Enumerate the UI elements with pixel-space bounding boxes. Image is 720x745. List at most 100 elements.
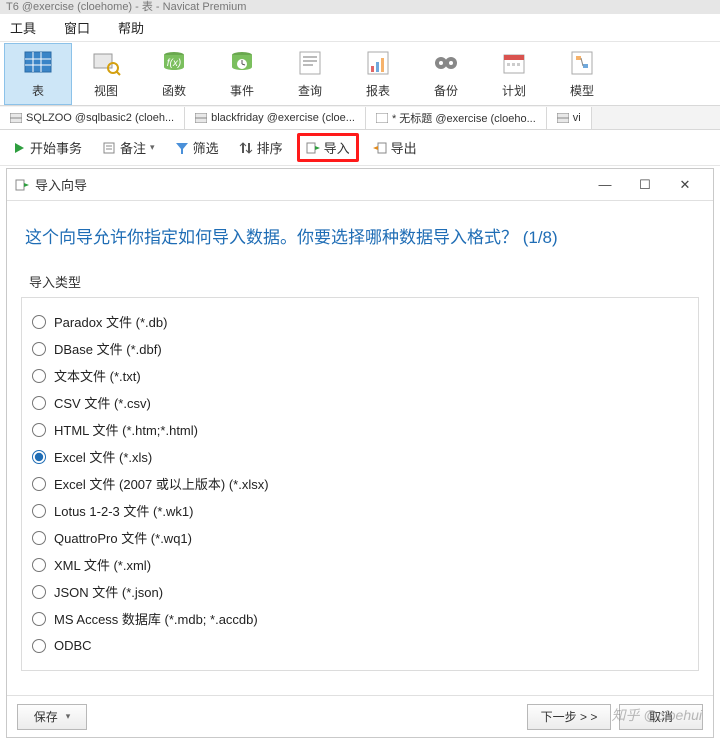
sort-icon xyxy=(239,141,253,155)
menu-help[interactable]: 帮助 xyxy=(118,18,144,37)
model-icon xyxy=(567,48,597,78)
ribbon-label: 模型 xyxy=(570,82,594,99)
radio-input[interactable] xyxy=(32,504,46,518)
option-label: MS Access 数据库 (*.mdb; *.accdb) xyxy=(54,609,258,628)
import-type-option[interactable]: MS Access 数据库 (*.mdb; *.accdb) xyxy=(30,605,690,632)
tab-label: SQLZOO @sqlbasic2 (cloeh... xyxy=(26,112,174,124)
next-button[interactable]: 下一步 > > xyxy=(527,704,611,730)
close-button[interactable]: ✕ xyxy=(665,177,705,193)
svg-text:f(x): f(x) xyxy=(167,58,181,69)
import-type-option[interactable]: JSON 文件 (*.json) xyxy=(30,578,690,605)
ribbon-report[interactable]: 报表 xyxy=(344,43,412,105)
option-label: CSV 文件 (*.csv) xyxy=(54,393,151,412)
document-tabs: SQLZOO @sqlbasic2 (cloeh... blackfriday … xyxy=(0,106,720,130)
tab-untitled[interactable]: * 无标题 @exercise (cloeho... xyxy=(366,107,547,129)
import-type-option[interactable]: DBase 文件 (*.dbf) xyxy=(30,335,690,362)
filter-button[interactable]: 筛选 xyxy=(169,134,225,161)
note-button[interactable]: 备注 ▾ xyxy=(96,134,161,161)
ribbon-backup[interactable]: 备份 xyxy=(412,43,480,105)
import-button-highlighted: 导入 xyxy=(297,133,359,162)
radio-input[interactable] xyxy=(32,585,46,599)
minimize-button[interactable]: — xyxy=(585,177,625,192)
ribbon-event[interactable]: 事件 xyxy=(208,43,276,105)
import-type-group: Paradox 文件 (*.db) DBase 文件 (*.dbf) 文本文件 (*… xyxy=(21,297,699,671)
option-label: Lotus 1-2-3 文件 (*.wk1) xyxy=(54,501,193,520)
query-icon xyxy=(295,48,325,78)
import-type-option[interactable]: QuattroPro 文件 (*.wq1) xyxy=(30,524,690,551)
radio-input[interactable] xyxy=(32,369,46,383)
radio-input[interactable] xyxy=(32,342,46,356)
maximize-button[interactable]: ☐ xyxy=(625,177,665,193)
import-type-option[interactable]: 文本文件 (*.txt) xyxy=(30,362,690,389)
import-type-option[interactable]: Excel 文件 (*.xls) xyxy=(30,443,690,470)
tab-blackfriday[interactable]: blackfriday @exercise (cloe... xyxy=(185,107,366,129)
import-wizard-window: 导入向导 — ☐ ✕ 这个向导允许你指定如何导入数据。你要选择哪种数据导入格式？… xyxy=(6,168,714,738)
save-button[interactable]: 保存 ▾ xyxy=(17,704,87,730)
schedule-icon xyxy=(499,48,529,78)
option-label: XML 文件 (*.xml) xyxy=(54,555,151,574)
import-icon xyxy=(15,178,29,192)
ribbon-function[interactable]: f(x) 函数 xyxy=(140,43,208,105)
table-icon xyxy=(23,48,53,78)
wizard-heading: 这个向导允许你指定如何导入数据。你要选择哪种数据导入格式？ (1/8) xyxy=(7,201,713,262)
ribbon-model[interactable]: 模型 xyxy=(548,43,616,105)
radio-input[interactable] xyxy=(32,477,46,491)
radio-input[interactable] xyxy=(32,423,46,437)
option-label: Excel 文件 (2007 或以上版本) (*.xlsx) xyxy=(54,474,269,493)
btn-label: 开始事务 xyxy=(30,138,82,157)
import-type-option[interactable]: XML 文件 (*.xml) xyxy=(30,551,690,578)
btn-label: 排序 xyxy=(257,138,283,157)
filter-icon xyxy=(175,141,189,155)
ribbon-label: 函数 xyxy=(162,82,186,99)
report-icon xyxy=(363,48,393,78)
export-icon xyxy=(373,141,387,155)
backup-icon xyxy=(431,48,461,78)
btn-label: 备注 xyxy=(120,138,146,157)
chevron-down-icon: ▾ xyxy=(66,711,71,722)
radio-input[interactable] xyxy=(32,315,46,329)
import-button[interactable]: 导入 xyxy=(306,138,350,157)
option-label: QuattroPro 文件 (*.wq1) xyxy=(54,528,192,547)
import-type-option[interactable]: Paradox 文件 (*.db) xyxy=(30,308,690,335)
ribbon-view[interactable]: 视图 xyxy=(72,43,140,105)
btn-label: 导入 xyxy=(324,138,350,157)
radio-input[interactable] xyxy=(32,612,46,626)
import-type-option[interactable]: CSV 文件 (*.csv) xyxy=(30,389,690,416)
btn-label: 导出 xyxy=(391,138,417,157)
ribbon-label: 备份 xyxy=(434,82,458,99)
begin-transaction-button[interactable]: 开始事务 xyxy=(6,134,88,161)
ribbon-label: 计划 xyxy=(502,82,526,99)
tab-sqlzoo[interactable]: SQLZOO @sqlbasic2 (cloeh... xyxy=(0,107,185,129)
radio-input[interactable] xyxy=(32,558,46,572)
option-label: DBase 文件 (*.dbf) xyxy=(54,339,162,358)
ribbon-query[interactable]: 查询 xyxy=(276,43,344,105)
import-type-option[interactable]: ODBC xyxy=(30,632,690,659)
import-type-option[interactable]: Lotus 1-2-3 文件 (*.wk1) xyxy=(30,497,690,524)
radio-input[interactable] xyxy=(32,396,46,410)
menu-window[interactable]: 窗口 xyxy=(64,18,90,37)
view-icon xyxy=(91,48,121,78)
tab-label: * 无标题 @exercise (cloeho... xyxy=(392,110,536,126)
export-button[interactable]: 导出 xyxy=(367,134,423,161)
tab-label: vi xyxy=(573,112,581,124)
tab-vi[interactable]: vi xyxy=(547,107,592,129)
radio-input[interactable] xyxy=(32,531,46,545)
option-label: HTML 文件 (*.htm;*.html) xyxy=(54,420,198,439)
ribbon-label: 报表 xyxy=(366,82,390,99)
option-label: 文本文件 (*.txt) xyxy=(54,366,141,385)
ribbon-table[interactable]: 表 xyxy=(4,43,72,105)
import-type-option[interactable]: HTML 文件 (*.htm;*.html) xyxy=(30,416,690,443)
import-type-option[interactable]: Excel 文件 (2007 或以上版本) (*.xlsx) xyxy=(30,470,690,497)
ribbon-label: 查询 xyxy=(298,82,322,99)
menubar: 工具 窗口 帮助 xyxy=(0,14,720,42)
radio-input[interactable] xyxy=(32,450,46,464)
ribbon-schedule[interactable]: 计划 xyxy=(480,43,548,105)
radio-input[interactable] xyxy=(32,639,46,653)
sort-button[interactable]: 排序 xyxy=(233,134,289,161)
event-icon xyxy=(227,48,257,78)
ribbon-label: 事件 xyxy=(230,82,254,99)
cancel-button[interactable]: 取消 xyxy=(619,704,703,730)
tab-label: blackfriday @exercise (cloe... xyxy=(211,112,355,124)
menu-tools[interactable]: 工具 xyxy=(10,18,36,37)
option-label: Paradox 文件 (*.db) xyxy=(54,312,167,331)
